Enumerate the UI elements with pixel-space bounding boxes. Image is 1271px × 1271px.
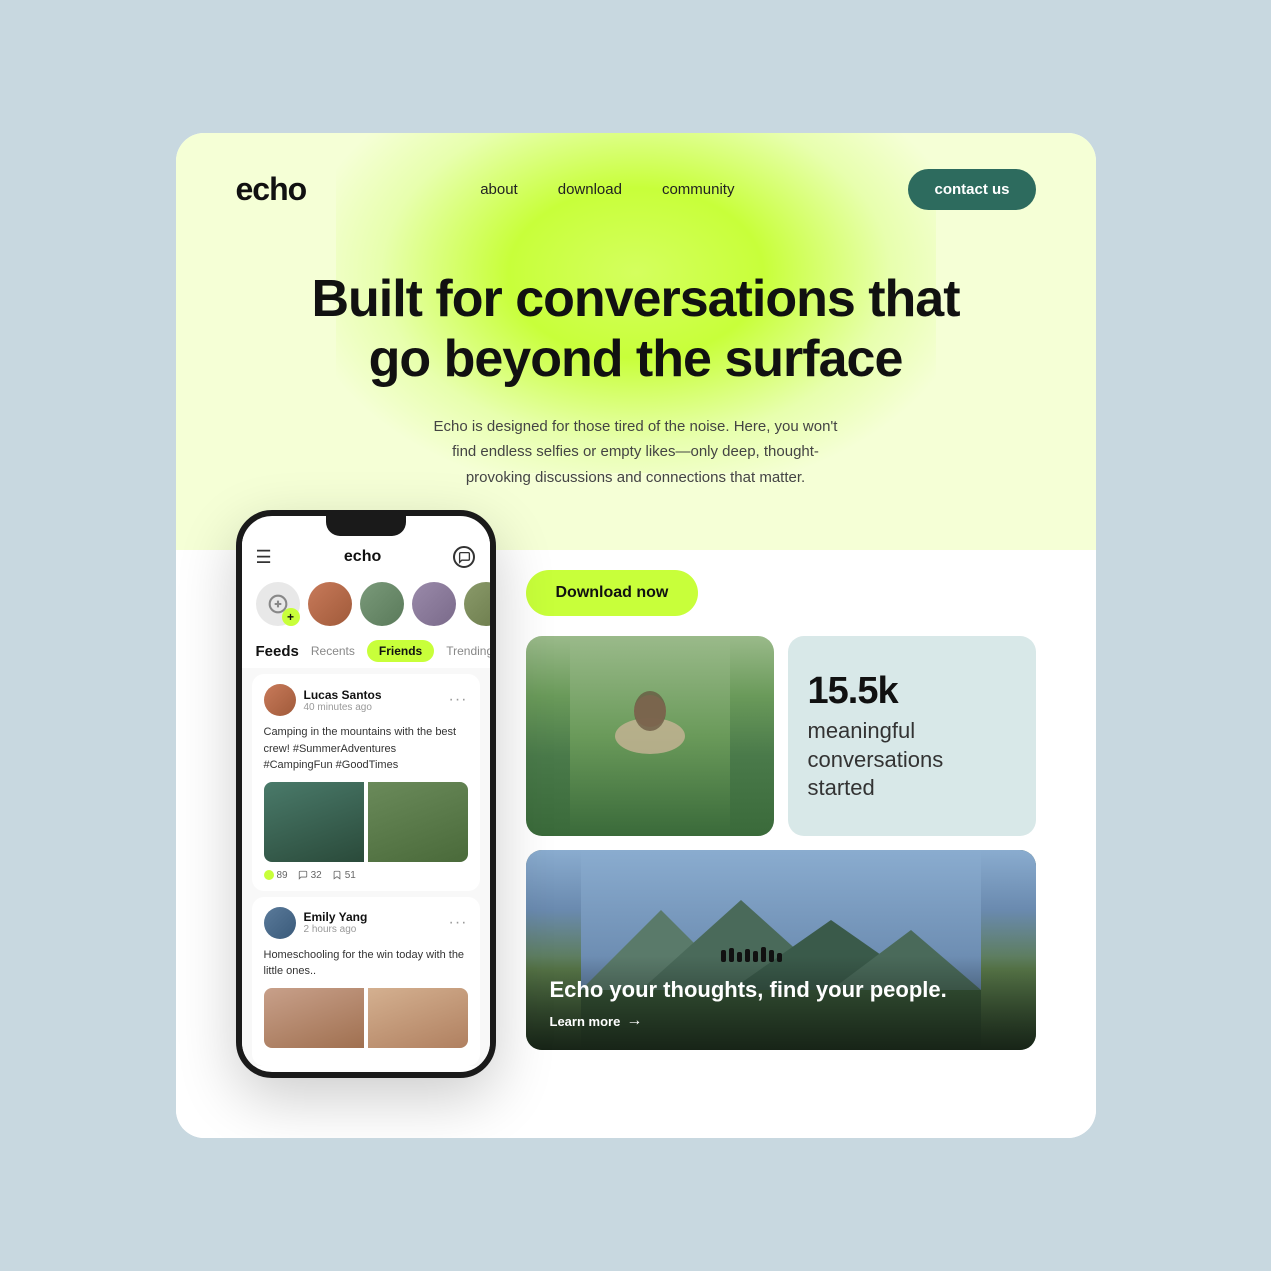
story-avatar-2[interactable]	[360, 582, 404, 626]
post-lucas-name: Lucas Santos	[304, 688, 382, 702]
post-emily-avatar	[264, 907, 296, 939]
stats-card: 15.5k meaningful conversations started	[788, 636, 1036, 836]
post-emily-name: Emily Yang	[304, 910, 368, 924]
post-lucas-images	[264, 782, 468, 862]
tab-trending[interactable]: Trending	[446, 644, 493, 658]
post-emily-time: 2 hours ago	[304, 924, 368, 935]
phone-logo: echo	[344, 548, 381, 566]
post-lucas-header: Lucas Santos 40 minutes ago ···	[264, 684, 468, 716]
post-emily-header: Emily Yang 2 hours ago ···	[264, 907, 468, 939]
stats-number: 15.5k	[808, 670, 1016, 713]
post-lucas: Lucas Santos 40 minutes ago ··· Camping …	[252, 674, 480, 891]
wide-card-title-part1: Echo your thoughts, find your	[550, 977, 870, 1002]
post-lucas-img2	[368, 782, 468, 862]
post-emily-more[interactable]: ···	[449, 914, 468, 932]
hero-headline: Built for conversations that go beyond t…	[296, 270, 976, 390]
comment-count: 32	[311, 870, 322, 881]
phone-inner: ☰ echo	[242, 536, 490, 1066]
phone-frame: ☰ echo	[236, 510, 496, 1078]
story-avatar-4[interactable]	[464, 582, 490, 626]
post-emily-images	[264, 988, 468, 1048]
post-emily-text: Homeschooling for the win today with the…	[264, 947, 468, 980]
post-lucas-avatar	[264, 684, 296, 716]
photo-card-person	[526, 636, 774, 836]
reaction-dot	[264, 870, 274, 880]
post-lucas-time: 40 minutes ago	[304, 702, 382, 713]
stories-row: +	[242, 574, 490, 634]
phone-notch	[326, 516, 406, 536]
post-lucas-bookmark[interactable]: 51	[332, 870, 356, 881]
post-lucas-img1	[264, 782, 364, 862]
post-lucas-more[interactable]: ···	[449, 691, 468, 709]
feeds-tabs: Feeds Recents Friends Trending	[242, 634, 490, 668]
hamburger-icon[interactable]: ☰	[256, 547, 272, 568]
post-lucas-comment[interactable]: 32	[298, 870, 322, 881]
nav-link-community[interactable]: community	[662, 181, 735, 198]
page-wrapper: echo about download community contact us…	[176, 133, 1096, 1138]
story-avatar-1[interactable]	[308, 582, 352, 626]
wide-card-title-bold: people.	[870, 977, 947, 1002]
navbar: echo about download community contact us	[236, 133, 1036, 250]
tab-friends[interactable]: Friends	[367, 640, 434, 662]
nav-link-download[interactable]: download	[558, 181, 622, 198]
cards-grid: 15.5k meaningful conversations started	[526, 636, 1036, 836]
chat-icon[interactable]	[453, 546, 475, 568]
feeds-label: Feeds	[256, 643, 299, 660]
phone-mockup: ☰ echo	[236, 510, 496, 1078]
download-button[interactable]: Download now	[526, 570, 699, 616]
hero-section: echo about download community contact us…	[176, 133, 1096, 550]
bookmark-count: 51	[345, 870, 356, 881]
post-lucas-actions: 89 32 51	[264, 870, 468, 881]
hero-text: Built for conversations that go beyond t…	[236, 250, 1036, 490]
learn-more-label: Learn more	[550, 1014, 621, 1029]
tab-recents[interactable]: Recents	[311, 644, 355, 658]
add-story-button[interactable]: +	[256, 582, 300, 626]
wide-card-title: Echo your thoughts, find your people.	[550, 976, 1012, 1005]
nav-links: about download community	[480, 181, 734, 199]
post-lucas-info: Lucas Santos 40 minutes ago	[304, 688, 382, 713]
post-emily-info: Emily Yang 2 hours ago	[304, 910, 368, 935]
arrow-icon: →	[626, 1012, 642, 1030]
post-lucas-reaction[interactable]: 89	[264, 870, 288, 881]
stats-label: meaningful conversations started	[808, 717, 1016, 803]
story-avatar-3[interactable]	[412, 582, 456, 626]
post-lucas-user: Lucas Santos 40 minutes ago	[264, 684, 382, 716]
main-content: ☰ echo	[176, 540, 1096, 1138]
nav-link-about[interactable]: about	[480, 181, 518, 198]
phone-topbar: ☰ echo	[242, 536, 490, 574]
reaction-count: 89	[277, 870, 288, 881]
post-lucas-text: Camping in the mountains with the best c…	[264, 724, 468, 774]
hero-subtext: Echo is designed for those tired of the …	[426, 414, 846, 491]
contact-button[interactable]: contact us	[908, 169, 1035, 210]
post-emily-img1	[264, 988, 364, 1048]
wide-card-overlay: Echo your thoughts, find your people. Le…	[526, 956, 1036, 1051]
person-silhouette	[526, 636, 774, 836]
wide-card: Echo your thoughts, find your people. Le…	[526, 850, 1036, 1050]
post-emily-img2	[368, 988, 468, 1048]
post-emily: Emily Yang 2 hours ago ··· Homeschooling…	[252, 897, 480, 1066]
learn-more-link[interactable]: Learn more →	[550, 1012, 1012, 1030]
add-story-plus: +	[282, 608, 300, 626]
logo: echo	[236, 171, 307, 208]
post-emily-user: Emily Yang 2 hours ago	[264, 907, 368, 939]
right-column: Download now	[526, 540, 1036, 1050]
